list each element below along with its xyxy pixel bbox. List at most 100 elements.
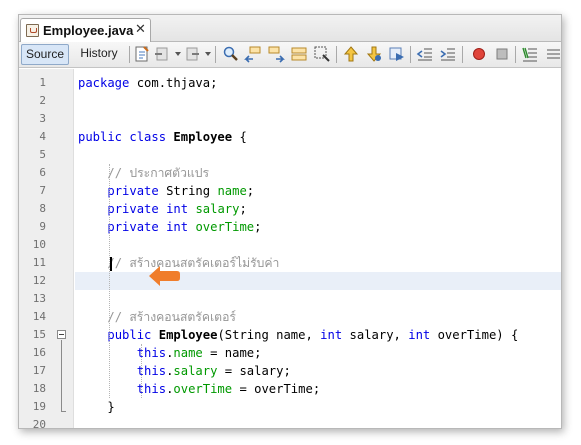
fold-end-marker	[61, 411, 66, 412]
code-line[interactable]: private int salary;	[75, 200, 561, 218]
uncomment-icon[interactable]	[544, 45, 561, 63]
shift-right-icon[interactable]	[439, 45, 457, 63]
code-token: int	[320, 328, 343, 342]
code-editor[interactable]: 1 2 3 4 5 6 7 8 9 10 11 12 13 14 15 16 17 18 19 20 package …	[19, 69, 561, 429]
code-line[interactable]: package com.thjava;	[75, 74, 561, 92]
code-token: int	[408, 328, 431, 342]
toggle-highlight-icon[interactable]	[290, 45, 308, 63]
close-icon[interactable]: ✕	[135, 22, 146, 37]
code-line[interactable]: this.name = name;	[75, 344, 561, 362]
line-number: 14	[32, 310, 46, 323]
stop-macro-icon[interactable]	[493, 45, 511, 63]
code-token: }	[78, 400, 115, 414]
code-token: salary	[173, 364, 218, 378]
code-token: (String name,	[217, 328, 321, 342]
line-number: 16	[32, 346, 46, 359]
code-line[interactable]: private int overTime;	[75, 218, 561, 236]
code-token: package	[78, 76, 130, 90]
code-line[interactable]: this.overTime = overTime;	[75, 380, 561, 398]
code-line[interactable]: public class Employee {	[75, 128, 561, 146]
forward-dropdown-icon[interactable]	[205, 52, 211, 56]
code-line[interactable]: // สร้างคอนสตรัคเตอร์	[75, 308, 561, 326]
line-number: 7	[39, 184, 46, 197]
toggle-bookmark-icon[interactable]	[388, 45, 406, 63]
line-number: 20	[32, 418, 46, 429]
code-token: String	[158, 184, 218, 198]
code-line[interactable]: private String name;	[75, 182, 561, 200]
toolbar-separator	[515, 46, 516, 63]
tab-employee-java[interactable]: Employee.java ✕	[20, 18, 151, 42]
code-line[interactable]	[75, 290, 561, 308]
code-token: private	[107, 220, 159, 234]
editor-toolbar: Source History	[19, 42, 561, 68]
forward-icon[interactable]	[183, 45, 201, 63]
code-token: overTime	[195, 220, 255, 234]
find-next-icon[interactable]	[267, 45, 285, 63]
find-icon[interactable]	[221, 45, 239, 63]
code-token: com.thjava;	[129, 76, 218, 90]
code-line[interactable]	[75, 110, 561, 128]
line-number-gutter: 1 2 3 4 5 6 7 8 9 10 11 12 13 14 15 16 17 18 19 20	[19, 69, 74, 429]
previous-bookmark-icon[interactable]	[342, 45, 360, 63]
line-number: 8	[39, 202, 46, 215]
start-macro-icon[interactable]	[470, 45, 488, 63]
text-caret	[110, 257, 112, 271]
line-number: 3	[39, 112, 46, 125]
code-line[interactable]: public Employee(String name, int salary,…	[75, 326, 561, 344]
line-number: 1	[39, 76, 46, 89]
next-bookmark-icon[interactable]	[365, 45, 383, 63]
code-token: Employee	[173, 130, 233, 144]
last-edit-icon[interactable]	[133, 45, 151, 63]
code-line[interactable]	[75, 146, 561, 164]
code-line[interactable]: // ประกาศตัวแปร	[75, 164, 561, 182]
find-previous-icon[interactable]	[244, 45, 262, 63]
code-token: class	[129, 130, 167, 144]
code-token: // สร้างคอนสตรัคเตอร์	[107, 310, 236, 324]
code-token: int	[166, 202, 189, 216]
back-icon[interactable]	[153, 45, 171, 63]
indent-guide	[109, 164, 110, 398]
toolbar-separator	[336, 46, 337, 63]
code-line[interactable]	[75, 92, 561, 110]
code-token: Employee	[158, 328, 218, 342]
line-number: 13	[32, 292, 46, 305]
code-token: name	[217, 184, 247, 198]
fold-guide-line	[61, 340, 62, 411]
shift-left-icon[interactable]	[416, 45, 434, 63]
source-button[interactable]: Source	[21, 44, 69, 65]
history-button[interactable]: History	[74, 44, 124, 65]
line-number: 11	[32, 256, 46, 269]
code-line[interactable]: this.salary = salary;	[75, 362, 561, 380]
code-token: salary	[195, 202, 240, 216]
code-line[interactable]	[75, 236, 561, 254]
code-token: private	[107, 184, 159, 198]
code-token: ;	[254, 220, 262, 234]
comment-icon[interactable]	[521, 45, 539, 63]
tab-label: Employee.java	[43, 23, 134, 38]
code-line[interactable]: }	[75, 398, 561, 416]
tab-strip: Employee.java ✕	[19, 15, 561, 42]
code-token: int	[166, 220, 189, 234]
code-token: salary,	[342, 328, 409, 342]
code-token: public	[107, 328, 152, 342]
java-file-icon	[26, 24, 39, 37]
code-token: overTime	[173, 382, 233, 396]
fold-toggle-icon[interactable]	[57, 330, 66, 339]
back-dropdown-icon[interactable]	[175, 52, 181, 56]
line-number: 18	[32, 382, 46, 395]
editor-window: Employee.java ✕ Source History 1 2 3 4 5…	[18, 14, 562, 429]
orange-arrow-pointer-icon	[148, 265, 181, 287]
toolbar-separator	[410, 46, 411, 63]
line-number: 2	[39, 94, 46, 107]
code-line[interactable]	[75, 416, 561, 428]
code-token: {	[232, 130, 247, 144]
find-selection-icon[interactable]	[313, 45, 331, 63]
